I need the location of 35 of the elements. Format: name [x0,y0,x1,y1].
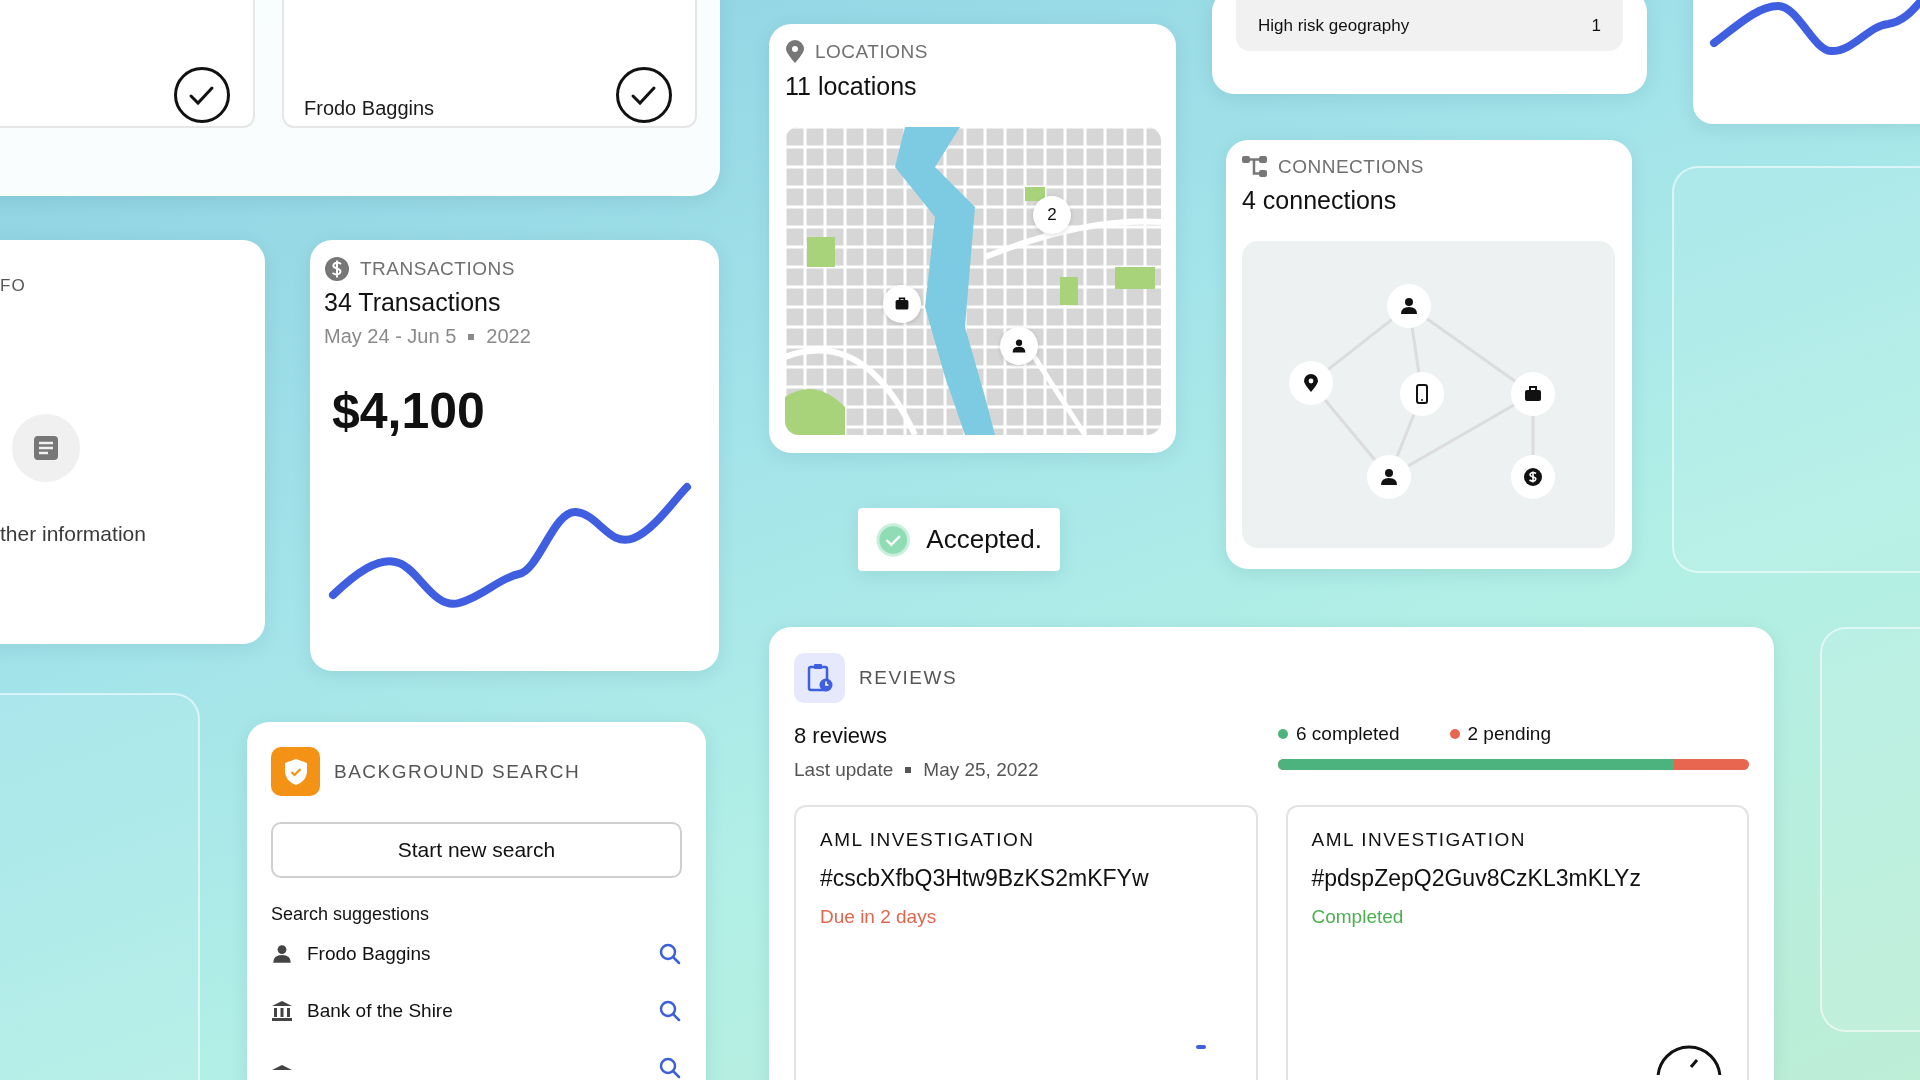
update-date: May 25, 2022 [923,759,1039,781]
transaction-count: 34 Transactions [324,288,502,317]
location-count: 11 locations [785,72,918,101]
review-type: AML INVESTIGATION [820,829,1036,851]
info-caption: ther information [0,522,146,546]
year: 2022 [486,325,531,348]
review-count: 8 reviews [794,723,888,749]
start-search-button[interactable]: Start new search [271,822,682,878]
card-title: TRANSACTIONS [360,258,515,280]
result-card[interactable]: Frodo Baggins [282,0,697,128]
person-name: Frodo Baggins [304,97,435,120]
connection-count: 4 connections [1242,186,1398,215]
suggestion-name[interactable]: Frodo Baggins [307,942,644,965]
risk-count: 1 [1591,15,1601,36]
card-title: REVIEWS [859,667,958,689]
card-title: LOCATIONS [815,41,928,63]
review-type: AML INVESTIGATION [1311,829,1527,851]
card-title: FO [0,276,27,296]
toast-text: Accepted. [926,524,1042,555]
review-status: Completed [1311,906,1405,928]
date-range: May 24 - Jun 5 [324,325,457,348]
review-id: #cscbXfbQ3Htw9BzKS2mKFYw [820,865,1150,892]
update-label: Last update [794,759,894,781]
card-title: CONNECTIONS [1278,156,1424,178]
review-status: Due in 2 days [820,906,938,928]
legend-label: 6 completed [1296,723,1400,745]
card-title: BACKGROUND SEARCH [334,760,581,783]
total-amount: $4,100 [332,382,486,440]
section-label: Search suggestions [271,903,431,925]
risk-label: High risk geography [1258,15,1410,36]
review-item[interactable]: AML INVESTIGATION #pdspZepQ2Guv8CzKL3mKLYz Completed [1285,805,1749,1080]
legend-label: 2 pending [1467,723,1551,745]
review-item[interactable]: AML INVESTIGATION #cscbXfbQ3Htw9BzKS2mKFYw Due in 2 days [794,805,1258,1080]
suggestion-name[interactable]: Bank of the Shire [307,999,644,1022]
review-id: #pdspZepQ2Guv8CzKL3mKLYz [1311,865,1642,892]
